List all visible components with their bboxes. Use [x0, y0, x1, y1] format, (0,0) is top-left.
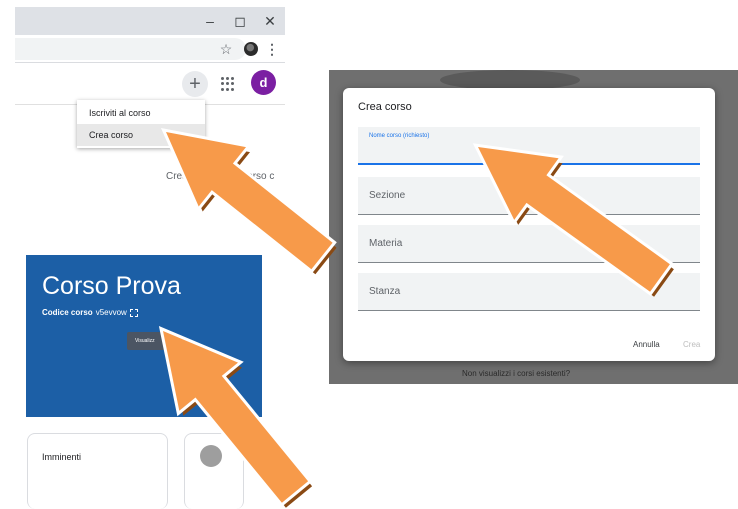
course-code-value: v5evvow	[95, 308, 127, 317]
background-hint-text: Non visualizzi i corsi esistenti?	[462, 369, 571, 378]
arrow-to-create-course-shadow	[170, 137, 337, 275]
subject-field[interactable]: Materia	[358, 225, 700, 263]
section-field-label: Sezione	[369, 190, 406, 201]
cancel-button[interactable]: Annulla	[633, 340, 660, 349]
bookmark-star-icon[interactable]: ☆	[216, 38, 236, 60]
browser-profile-icon[interactable]	[244, 42, 258, 56]
dialog-title: Crea corso	[358, 101, 412, 113]
create-button[interactable]: Crea	[683, 340, 700, 349]
avatar[interactable]: d	[251, 70, 276, 95]
address-bar[interactable]	[15, 38, 246, 60]
add-course-button[interactable]: +	[182, 71, 208, 97]
fullscreen-icon[interactable]	[129, 308, 138, 317]
upcoming-card	[27, 433, 168, 509]
section-field[interactable]: Sezione	[358, 177, 700, 215]
course-name-field-label: Nome corso (richiesto)	[369, 133, 430, 139]
side-card-avatar	[200, 445, 222, 467]
subject-field-label: Materia	[369, 238, 403, 249]
close-icon[interactable]: ✕	[255, 7, 285, 35]
arrow-to-create-course-fill	[166, 132, 333, 270]
menu-item-create-course[interactable]: Crea corso	[77, 124, 205, 146]
course-name-field[interactable]: Nome corso (richiesto)	[358, 127, 700, 165]
course-name[interactable]: Corso Prova	[42, 272, 181, 301]
menu-item-join-course[interactable]: Iscriviti al corso	[77, 102, 205, 124]
room-field[interactable]: Stanza	[358, 273, 700, 311]
minimize-icon[interactable]: –	[195, 7, 225, 35]
add-course-menu: Iscriviti al corso Crea corso	[77, 100, 205, 148]
empty-state-text: Crea il tuo primo corso c	[166, 171, 275, 182]
upcoming-card-title: Imminenti	[42, 452, 82, 462]
side-card	[184, 433, 244, 509]
apps-grid-icon[interactable]	[221, 77, 235, 91]
arrow-to-create-course	[160, 127, 337, 274]
backdrop-shape	[440, 70, 580, 90]
room-field-label: Stanza	[369, 286, 401, 297]
view-button[interactable]: Visualizz	[127, 332, 169, 350]
course-code: Codice corso v5evvow	[42, 308, 138, 317]
maximize-icon[interactable]: ◻	[225, 7, 255, 35]
course-code-label: Codice corso	[42, 308, 93, 317]
browser-menu-icon[interactable]: ⋮	[265, 38, 279, 60]
